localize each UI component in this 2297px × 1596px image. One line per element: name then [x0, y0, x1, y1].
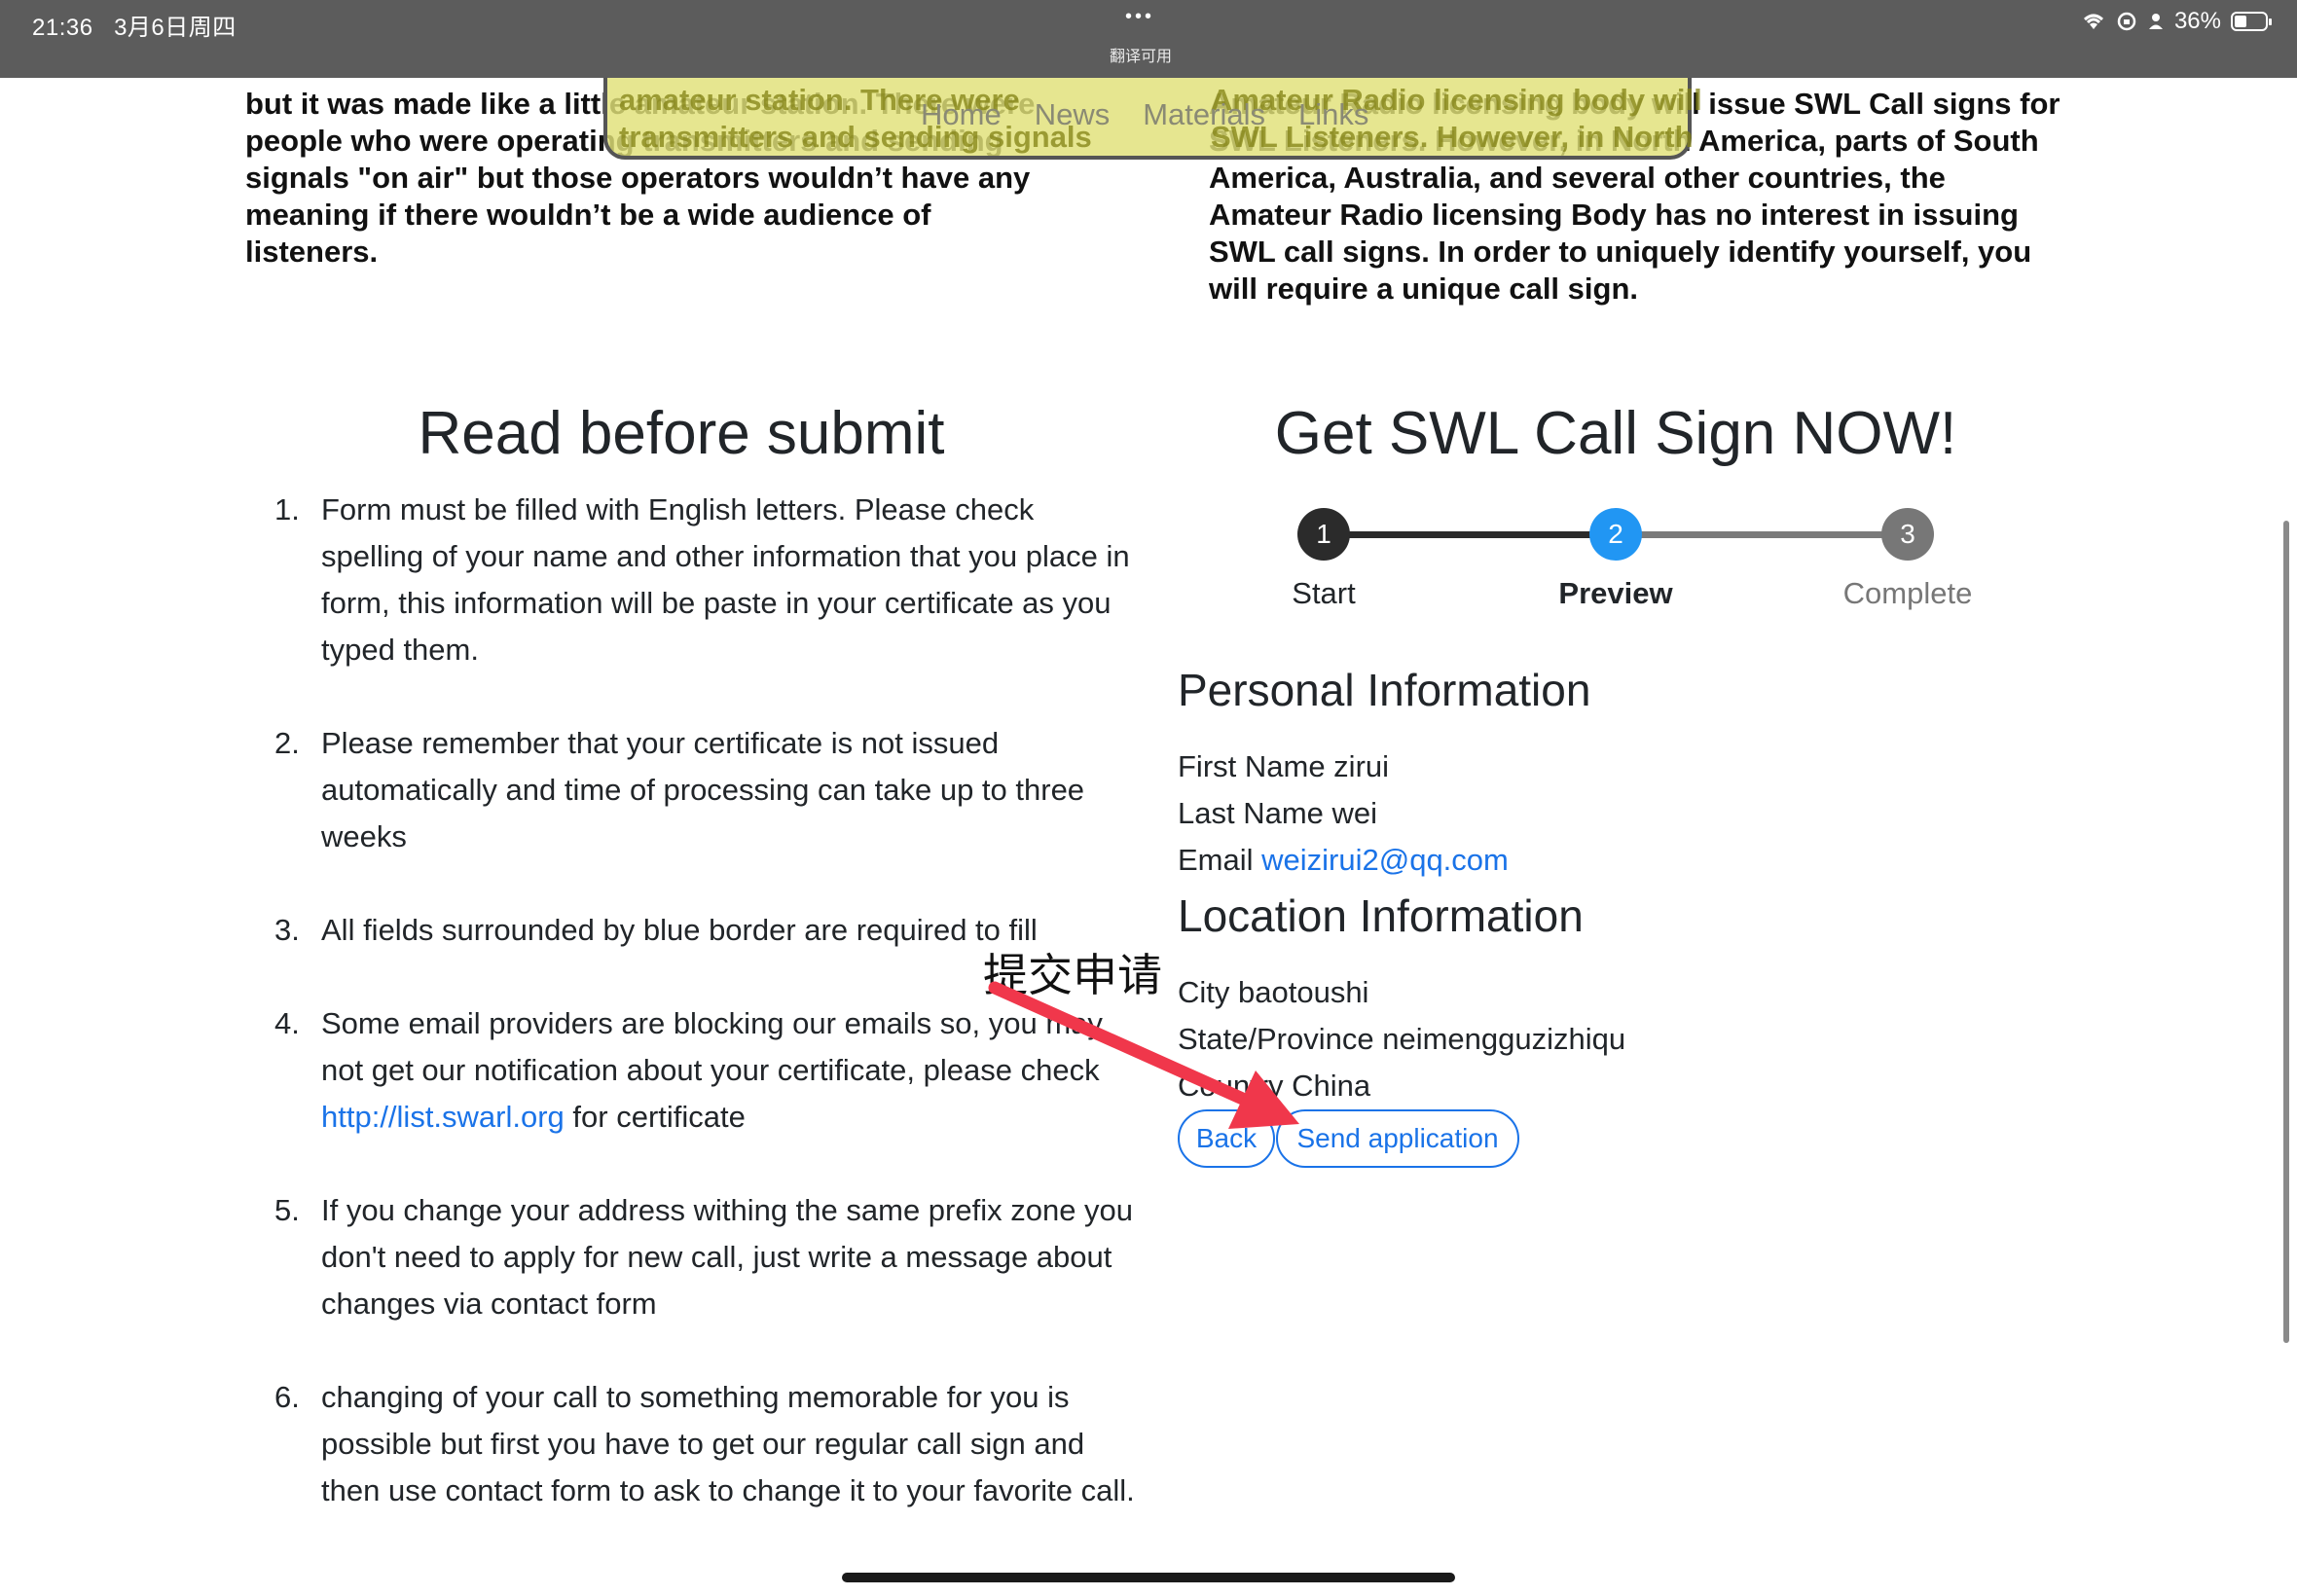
- city-line: City baotoushi: [1178, 975, 1369, 1009]
- last-name-line: Last Name wei: [1178, 796, 1378, 830]
- rule-item: 1. Form must be filled with English lette…: [274, 492, 1130, 667]
- rule-item: 5. If you change your address withing the…: [274, 1193, 1134, 1321]
- email-link[interactable]: weizirui2@qq.com: [1261, 843, 1509, 877]
- send-application-button[interactable]: Send application: [1276, 1109, 1519, 1168]
- rule-item: 2. Please remember that your certificate …: [274, 726, 1085, 853]
- country-line: Country China: [1178, 1069, 1371, 1103]
- nav-news[interactable]: News: [1035, 97, 1111, 132]
- location-information-title: Location Information: [1178, 890, 1584, 941]
- email-line: Email weizirui2@qq.com: [1178, 843, 1509, 877]
- rule-item: 6. changing of your call to something mem…: [274, 1380, 1135, 1507]
- nav-menu: Home News Materials Links: [921, 97, 1368, 132]
- nav-links[interactable]: Links: [1298, 97, 1368, 132]
- home-indicator[interactable]: [842, 1573, 1455, 1582]
- status-right: 36%: [2081, 8, 2272, 35]
- step-3-label: Complete: [1842, 576, 1973, 610]
- battery-icon: [2231, 12, 2272, 31]
- nav-home[interactable]: Home: [921, 97, 1002, 132]
- step-3-circle: 3: [1881, 508, 1934, 561]
- back-button[interactable]: Back: [1178, 1109, 1275, 1168]
- step-line-pending: [1616, 531, 1908, 538]
- progress-stepper: 1 2 3 Start Preview Complete: [1207, 498, 2024, 615]
- status-time: 21:36 3月6日周四: [32, 15, 237, 41]
- vertical-scrollbar[interactable]: [2283, 521, 2289, 1343]
- step-1-label: Start: [1292, 576, 1356, 610]
- status-bar: 21:36 3月6日周四 ••• 翻译可用 36%: [0, 0, 2297, 78]
- step-2-label: Preview: [1558, 576, 1673, 610]
- get-call-sign-title: Get SWL Call Sign NOW!: [1274, 400, 1957, 467]
- nav-materials[interactable]: Materials: [1143, 97, 1265, 132]
- rules-list: 1. Form must be filled with English lette…: [263, 487, 1139, 1561]
- person-icon: [2148, 14, 2163, 29]
- rule-item: 4. Some email providers are blocking our …: [274, 1006, 1103, 1134]
- personal-information-title: Personal Information: [1178, 665, 1591, 715]
- translate-hint[interactable]: 翻译可用: [1110, 43, 1172, 66]
- battery-percent: 36%: [2173, 8, 2221, 34]
- state-line: State/Province neimengguzizhiqu: [1178, 1022, 1626, 1056]
- multitask-dots-icon[interactable]: •••: [1125, 6, 1154, 28]
- read-before-submit-title: Read before submit: [418, 400, 945, 467]
- wifi-icon: [2083, 14, 2103, 29]
- first-name-line: First Name zirui: [1178, 749, 1390, 783]
- swarl-list-link[interactable]: http://list.swarl.org: [321, 1100, 565, 1134]
- annotation-label: 提交申请: [983, 949, 1162, 1001]
- step-1-circle: 1: [1297, 508, 1350, 561]
- rotation-lock-icon: [2117, 12, 2136, 31]
- step-2-circle: 2: [1589, 508, 1642, 561]
- step-line-done: [1324, 531, 1616, 538]
- status-date: 3月6日周四: [114, 15, 237, 41]
